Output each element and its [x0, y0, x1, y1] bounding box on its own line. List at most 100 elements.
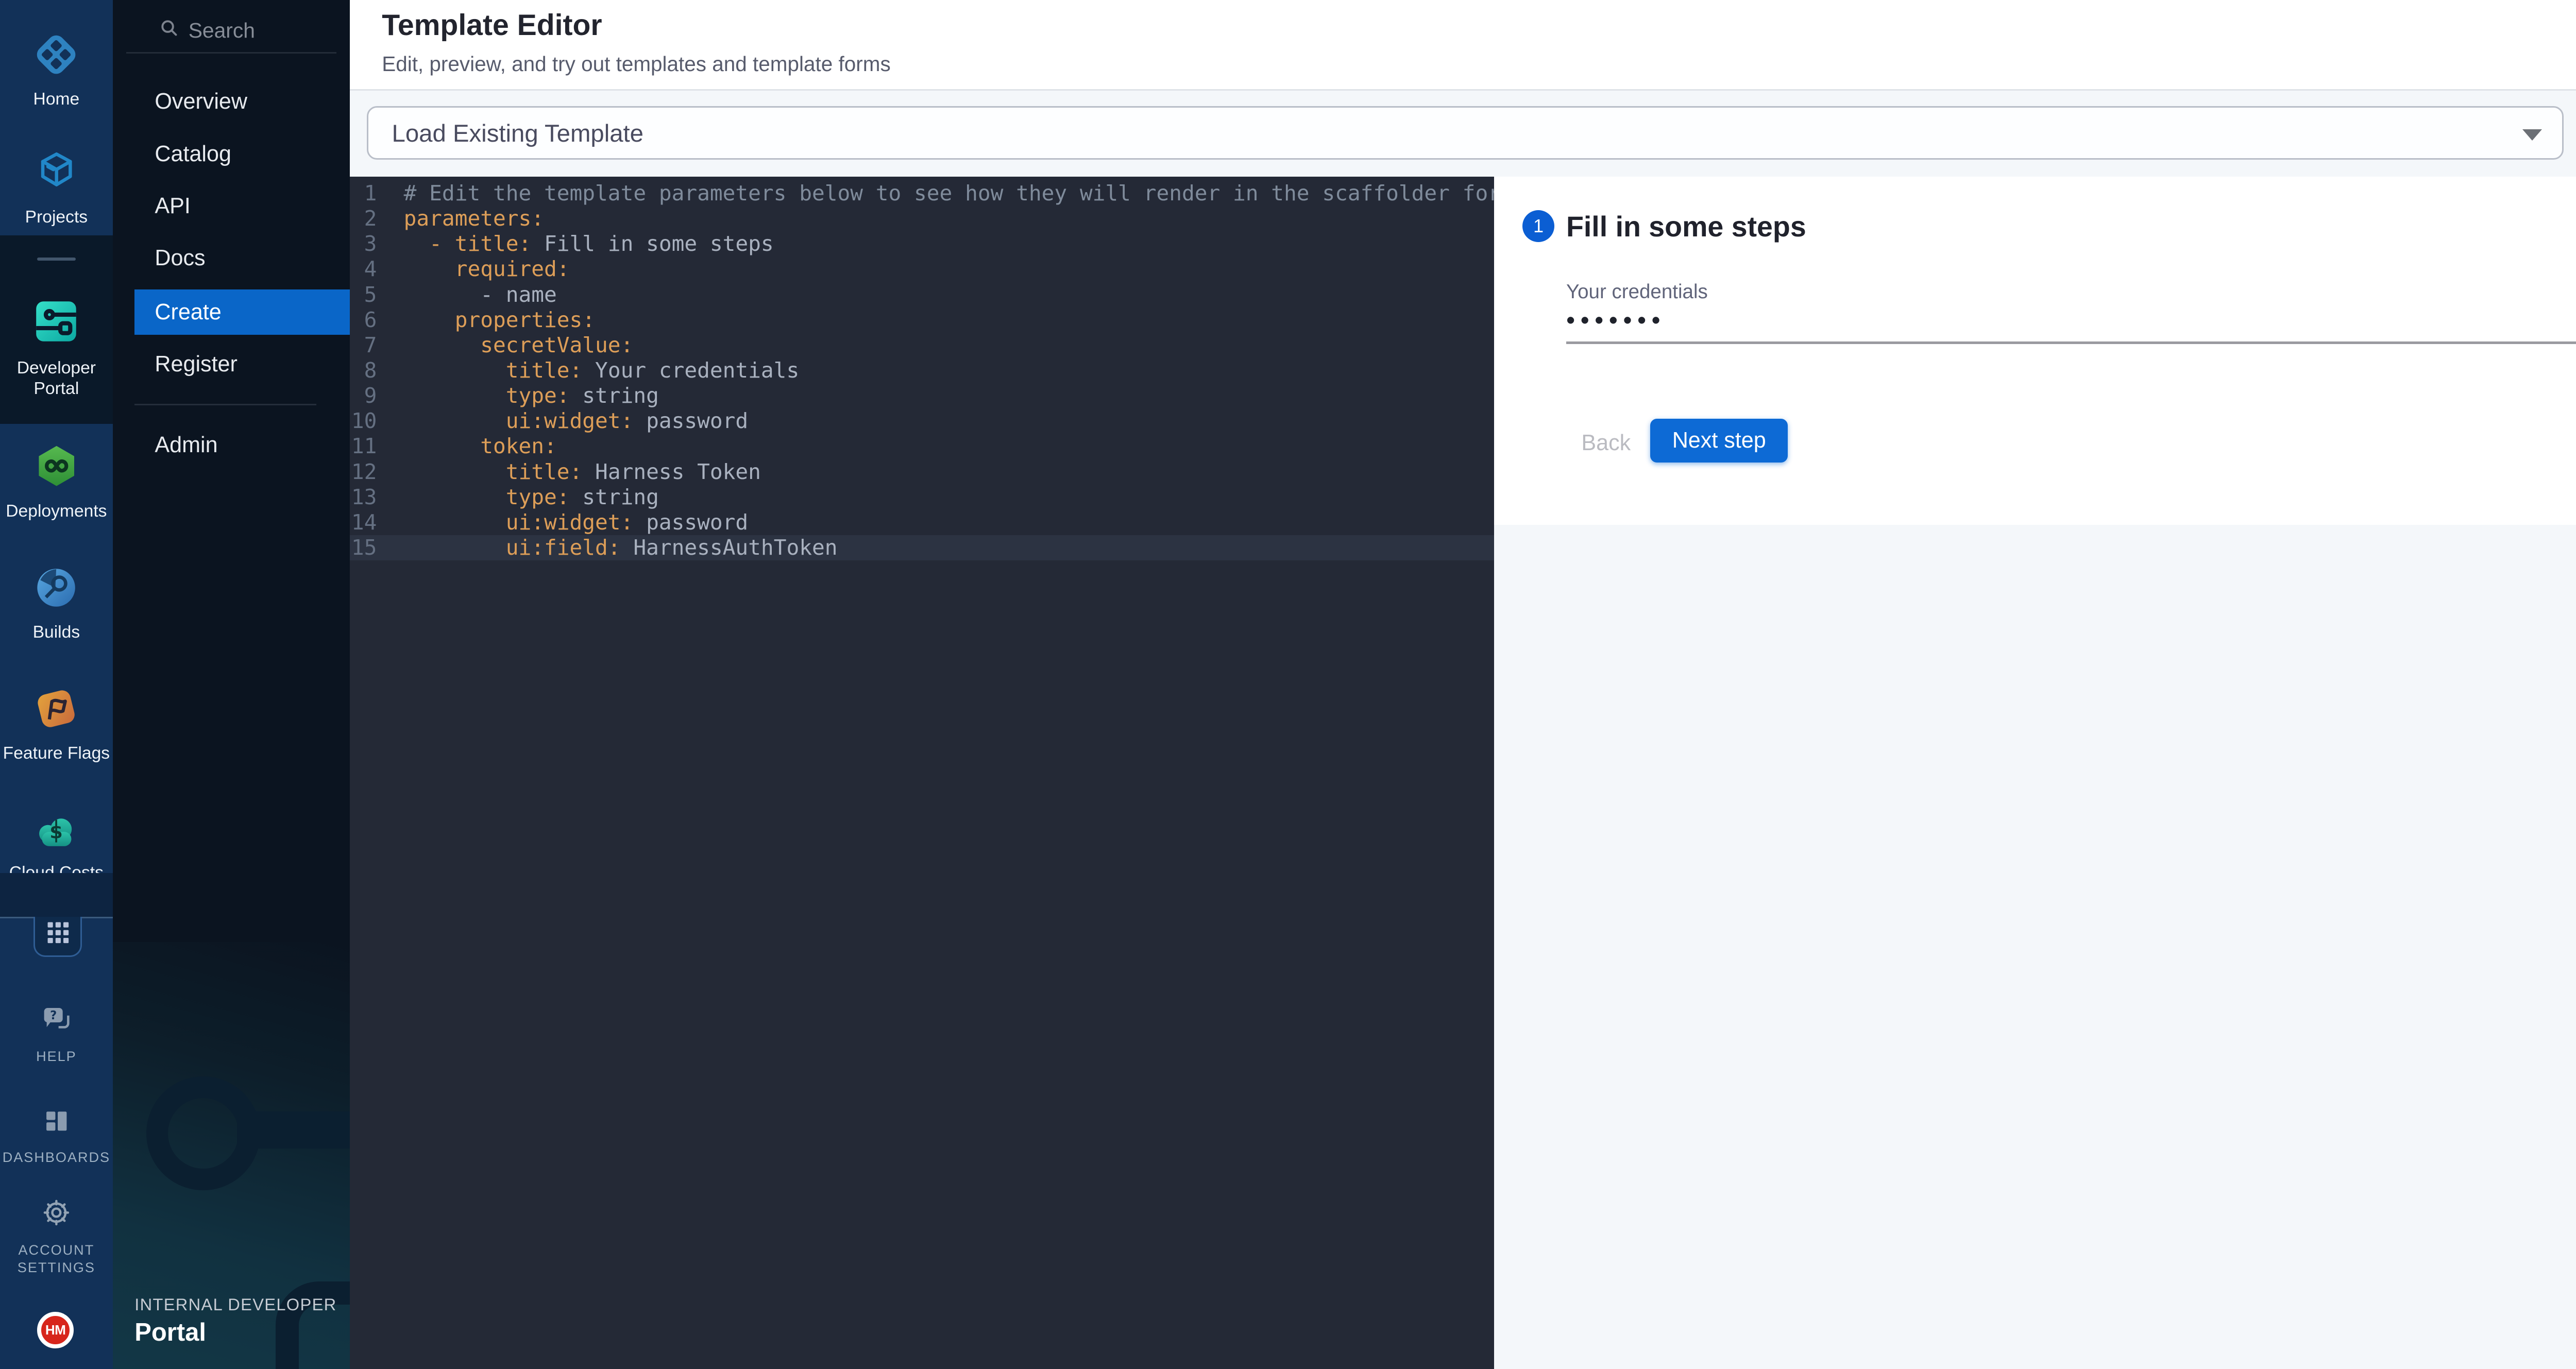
divider: [134, 404, 316, 405]
editor-line: 3 - title: Fill in some steps: [350, 231, 1494, 256]
rail-item-help[interactable]: ? HELP: [0, 1004, 113, 1065]
step-title: Fill in some steps: [1566, 210, 1806, 243]
sidebar-item-register[interactable]: Register: [113, 341, 350, 387]
editor-line: 12 title: Harness Token: [350, 459, 1494, 485]
line-number: 13: [350, 485, 377, 510]
apps-grid-icon: [46, 920, 70, 951]
line-number: 9: [350, 383, 377, 408]
credentials-field-label: Your credentials: [1566, 281, 1708, 303]
line-code: ui:widget: password: [404, 408, 749, 434]
editor-line: 11 token:: [350, 434, 1494, 459]
line-code: secretValue:: [404, 333, 634, 358]
line-code: type: string: [404, 485, 659, 510]
rail-item-dashboards[interactable]: DASHBOARDS: [0, 1107, 113, 1167]
sidebar-footer: INTERNAL DEVELOPER Portal: [134, 1295, 336, 1347]
template-select-band: Load Existing Template: [350, 91, 2576, 177]
line-code: properties:: [404, 307, 595, 333]
rail-item-deployments[interactable]: Deployments: [0, 442, 113, 521]
select-value: Load Existing Template: [392, 119, 644, 148]
rail-item-label: Deployments: [0, 501, 113, 521]
scaffolder-form-panel: 1 Fill in some steps Your credentials ••…: [1494, 177, 2576, 525]
projects-icon: [0, 148, 113, 201]
rail-item-home[interactable]: Home: [0, 32, 113, 109]
developer-portal-icon: [0, 296, 113, 353]
line-code: parameters:: [404, 206, 544, 231]
next-step-button[interactable]: Next step: [1650, 419, 1788, 463]
line-number: 14: [350, 510, 377, 535]
editor-line: 5 - name: [350, 282, 1494, 307]
line-code: ui:widget: password: [404, 510, 749, 535]
editor-line: 8 title: Your credentials: [350, 358, 1494, 383]
line-number: 2: [350, 206, 377, 231]
yaml-editor[interactable]: 1# Edit the template parameters below to…: [350, 177, 1494, 1369]
rail-item-label: Projects: [0, 207, 113, 227]
page-header: Template Editor Edit, preview, and try o…: [350, 0, 2576, 91]
rail-item-projects[interactable]: Projects: [0, 148, 113, 227]
rail-item-label: Home: [0, 89, 113, 109]
load-template-select[interactable]: Load Existing Template: [367, 106, 2564, 160]
credentials-password-input[interactable]: •••••••: [1566, 306, 1666, 335]
editor-line: 1# Edit the template parameters below to…: [350, 181, 1494, 206]
builds-icon: [0, 565, 113, 617]
avatar[interactable]: HM: [37, 1312, 74, 1349]
rail-item-developer-portal[interactable]: DeveloperPortal: [0, 235, 113, 424]
sidebar-item-api[interactable]: API: [113, 183, 350, 229]
search-input[interactable]: Search: [113, 13, 350, 50]
search-icon: [158, 17, 180, 39]
line-number: 8: [350, 358, 377, 383]
deployments-icon: [0, 442, 113, 496]
line-code: # Edit the template parameters below to …: [404, 181, 1494, 206]
dropdown-arrow-icon: [2522, 129, 2542, 141]
feature-flags-icon: [0, 686, 113, 738]
page-title: Template Editor: [382, 8, 602, 42]
module-band: [0, 873, 113, 917]
gear-icon: [0, 1197, 113, 1235]
rail-item-builds[interactable]: Builds: [0, 565, 113, 642]
line-number: 10: [350, 408, 377, 434]
line-code: title: Harness Token: [404, 459, 761, 485]
product-nav-rail: Home Projects DeveloperPortal Deployments Bu…: [0, 0, 113, 1369]
back-button[interactable]: Back: [1561, 422, 1651, 465]
rail-item-label: HELP: [0, 1048, 113, 1065]
line-code: token:: [404, 434, 557, 459]
cloud-costs-icon: $: [0, 811, 113, 858]
svg-text:$: $: [50, 821, 63, 843]
sidebar-item-admin[interactable]: Admin: [113, 422, 350, 468]
sidebar-item-overview[interactable]: Overview: [113, 79, 350, 124]
divider: [126, 52, 336, 54]
editor-line: 2 parameters:: [350, 206, 1494, 231]
app-root: Home Projects DeveloperPortal Deployments Bu…: [0, 0, 2576, 1369]
rail-item-feature-flags[interactable]: Feature Flags: [0, 686, 113, 763]
editor-line: 9 type: string: [350, 383, 1494, 408]
page-subtitle: Edit, preview, and try out templates and…: [382, 52, 890, 76]
rail-item-label: DASHBOARDS: [0, 1149, 113, 1166]
home-icon: [0, 32, 113, 84]
decor-bar: [237, 1111, 350, 1149]
line-code: type: string: [404, 383, 659, 408]
line-number: 5: [350, 282, 377, 307]
editor-line: 6 properties:: [350, 307, 1494, 333]
sidebar-item-docs[interactable]: Docs: [113, 235, 350, 281]
module-launcher-button[interactable]: [33, 917, 82, 957]
footer-kicker: INTERNAL DEVELOPER: [134, 1295, 336, 1314]
search-placeholder: Search: [189, 19, 255, 43]
line-number: 12: [350, 459, 377, 485]
footer-title: Portal: [134, 1318, 336, 1347]
editor-line: 7 secretValue:: [350, 333, 1494, 358]
line-code: ui:field: HarnessAuthToken: [404, 535, 838, 560]
sidebar-item-catalog[interactable]: Catalog: [113, 131, 350, 177]
sidebar-item-create[interactable]: Create: [134, 289, 350, 335]
step-number-badge: 1: [1522, 210, 1554, 242]
rail-item-cloud-costs[interactable]: $Cloud Costs: [0, 811, 113, 883]
rail-item-label: ACCOUNTSETTINGS: [0, 1241, 113, 1277]
line-number: 11: [350, 434, 377, 459]
line-number: 7: [350, 333, 377, 358]
rail-item-account-settings[interactable]: ACCOUNTSETTINGS: [0, 1197, 113, 1276]
line-number: 6: [350, 307, 377, 333]
editor-line: 13 type: string: [350, 485, 1494, 510]
line-number: 15: [350, 535, 377, 560]
line-number: 3: [350, 231, 377, 256]
line-code: required:: [404, 256, 570, 282]
help-chat-icon: ?: [0, 1004, 113, 1041]
portal-sidebar: Search Overview Catalog API Docs Create Regis…: [113, 0, 350, 1369]
